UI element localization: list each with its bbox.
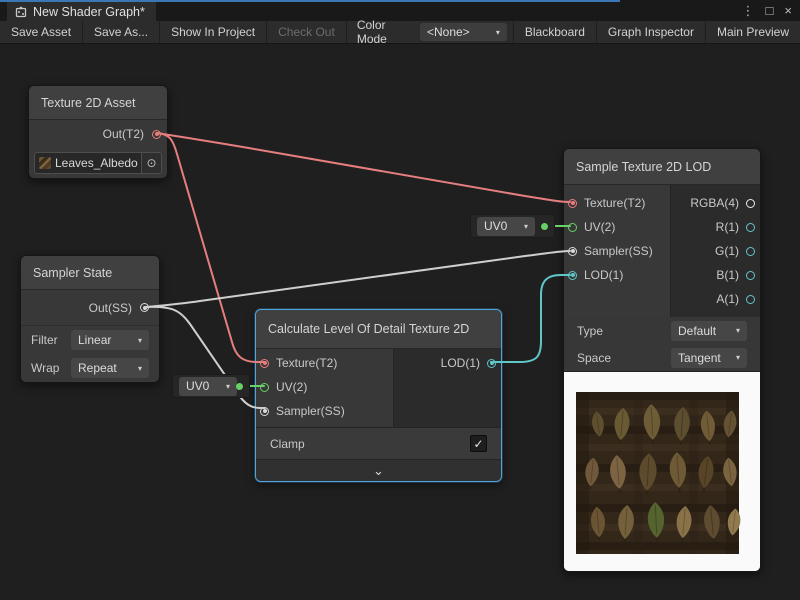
save-as-button[interactable]: Save As...	[83, 21, 160, 43]
port-in-lod[interactable]	[568, 271, 577, 280]
filter-dropdown[interactable]: Linear ▾	[71, 330, 149, 350]
port-in-texture[interactable]	[568, 199, 577, 208]
port-out-g[interactable]	[746, 247, 755, 256]
port-label: LOD(1)	[584, 268, 623, 282]
port-label: R(1)	[716, 220, 739, 234]
node-title[interactable]: Sample Texture 2D LOD	[564, 149, 760, 185]
maximize-icon[interactable]: □	[766, 4, 774, 17]
node-sampler-state[interactable]: Sampler State Out(SS) Filter Linear ▾ Wr…	[20, 255, 160, 383]
port-label: Texture(T2)	[584, 196, 645, 210]
blackboard-button[interactable]: Blackboard	[513, 21, 596, 43]
node-title[interactable]: Sampler State	[21, 256, 159, 290]
port-in-sampler[interactable]	[568, 247, 577, 256]
port-out-lod[interactable]	[487, 359, 496, 368]
color-mode-dropdown[interactable]: <None> ▾	[420, 23, 507, 41]
caret-down-icon: ▾	[524, 222, 528, 231]
port-label: A(1)	[716, 292, 739, 306]
object-picker-icon[interactable]: ⊙	[141, 153, 161, 173]
type-dropdown[interactable]: Default ▾	[671, 321, 747, 341]
port-label: UV(2)	[276, 380, 307, 394]
filter-value: Linear	[78, 333, 111, 347]
port-in-sampler[interactable]	[260, 407, 269, 416]
color-mode-value: <None>	[427, 25, 470, 39]
port-label: LOD(1)	[441, 356, 480, 370]
port-label: Out(SS)	[89, 301, 132, 315]
texture-thumbnail	[39, 157, 51, 169]
close-icon[interactable]: ×	[784, 4, 792, 17]
node-sample-texture-2d-lod[interactable]: Sample Texture 2D LOD Texture(T2) UV(2) …	[563, 148, 761, 572]
wire-texture-to-calculate	[157, 133, 265, 362]
caret-down-icon: ▾	[226, 382, 230, 391]
port-label: G(1)	[715, 244, 739, 258]
space-dropdown[interactable]: Tangent ▾	[671, 348, 747, 368]
color-mode-label: Color Mode	[347, 18, 420, 46]
uv-channel-dropdown[interactable]: UV0 ▾	[477, 217, 535, 236]
graph-toolbar: Save Asset Save As... Show In Project Ch…	[0, 21, 800, 44]
port-out-t2[interactable]	[152, 130, 161, 139]
type-label: Type	[577, 324, 671, 338]
port-out-a[interactable]	[746, 295, 755, 304]
collapse-toggle[interactable]: ⌄	[256, 459, 501, 481]
tab-new-shader-graph[interactable]: New Shader Graph*	[7, 2, 156, 21]
port-label: UV(2)	[584, 220, 615, 234]
caret-down-icon: ▾	[736, 353, 740, 362]
port-in-uv[interactable]	[260, 383, 269, 392]
caret-down-icon: ▾	[138, 336, 142, 345]
node-texture-2d-asset[interactable]: Texture 2D Asset Out(T2) Leaves_Albedo ⊙	[28, 85, 168, 179]
shader-graph-icon	[15, 6, 27, 18]
filter-label: Filter	[31, 333, 71, 347]
port-out-ss[interactable]	[140, 303, 149, 312]
uv-channel-widget: UV0 ▾	[470, 214, 555, 238]
port-out-r[interactable]	[746, 223, 755, 232]
port-label: B(1)	[716, 268, 739, 282]
wire-sampler-to-sample	[146, 251, 570, 307]
port-label: Sampler(SS)	[276, 404, 345, 418]
uv-connector-dot	[236, 383, 243, 390]
node-preview-image	[564, 371, 760, 571]
clamp-checkbox[interactable]: ✓	[470, 435, 487, 452]
clamp-label: Clamp	[270, 437, 305, 451]
texture-name: Leaves_Albedo	[55, 156, 141, 170]
caret-down-icon: ▾	[138, 364, 142, 373]
port-label: Sampler(SS)	[584, 244, 653, 258]
node-title[interactable]: Calculate Level Of Detail Texture 2D	[256, 310, 501, 349]
uv-connector-dot	[541, 223, 548, 230]
port-in-uv[interactable]	[568, 223, 577, 232]
type-value: Default	[678, 324, 716, 338]
node-title[interactable]: Texture 2D Asset	[29, 86, 167, 120]
uv-channel-dropdown[interactable]: UV0 ▾	[179, 377, 237, 396]
uv-channel-value: UV0	[484, 219, 507, 233]
port-label: Texture(T2)	[276, 356, 337, 370]
caret-down-icon: ▾	[736, 326, 740, 335]
main-preview-button[interactable]: Main Preview	[705, 21, 800, 43]
texture-object-field[interactable]: Leaves_Albedo ⊙	[34, 152, 162, 174]
node-calculate-lod-texture-2d[interactable]: Calculate Level Of Detail Texture 2D Tex…	[255, 309, 502, 482]
port-label: Out(T2)	[103, 127, 144, 141]
port-out-b[interactable]	[746, 271, 755, 280]
space-label: Space	[577, 351, 671, 365]
wrap-value: Repeat	[78, 361, 117, 375]
uv-channel-widget: UV0 ▾	[172, 374, 250, 398]
wrap-dropdown[interactable]: Repeat ▾	[71, 358, 149, 378]
save-asset-button[interactable]: Save Asset	[0, 21, 83, 43]
checkmark-icon: ✓	[473, 437, 483, 451]
space-value: Tangent	[678, 351, 721, 365]
wire-lod-to-sample	[491, 275, 570, 362]
tab-title: New Shader Graph*	[33, 5, 145, 19]
show-in-project-button[interactable]: Show In Project	[160, 21, 267, 43]
graph-inspector-button[interactable]: Graph Inspector	[596, 21, 705, 43]
shader-graph-window: New Shader Graph* ⋮ □ × Save Asset Save …	[0, 0, 800, 600]
check-out-button: Check Out	[267, 21, 347, 43]
caret-down-icon: ▾	[496, 28, 500, 37]
wrap-label: Wrap	[31, 361, 71, 375]
port-out-rgba[interactable]	[746, 199, 755, 208]
wire-texture-to-sample	[157, 133, 570, 202]
more-menu-icon[interactable]: ⋮	[742, 4, 755, 17]
port-label: RGBA(4)	[690, 196, 739, 210]
uv-channel-value: UV0	[186, 379, 209, 393]
port-in-texture[interactable]	[260, 359, 269, 368]
